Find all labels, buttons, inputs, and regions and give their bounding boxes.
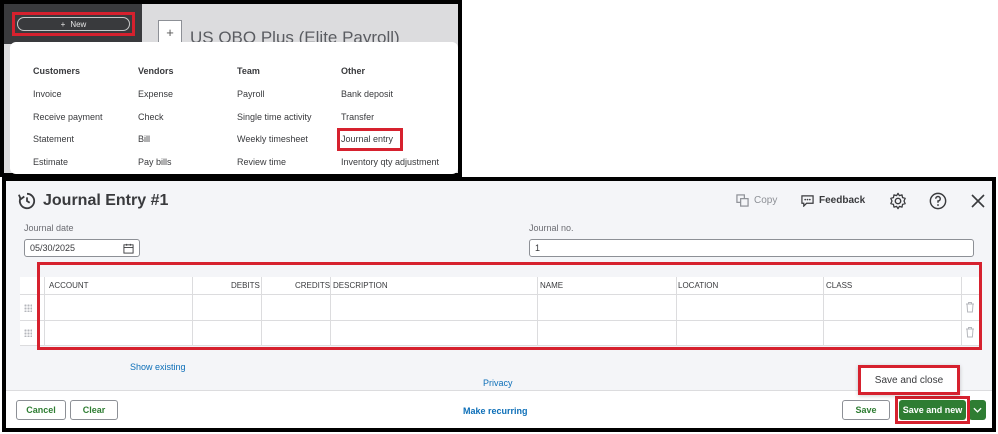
settings-button[interactable] <box>888 191 908 211</box>
page-title: Journal Entry #1 <box>43 192 169 209</box>
menu-item-check[interactable]: Check <box>138 105 174 128</box>
save-button[interactable]: Save <box>842 400 890 420</box>
menu-item-estimate[interactable]: Estimate <box>33 150 103 173</box>
trash-icon[interactable] <box>965 301 975 313</box>
save-and-close-option[interactable]: Save and close <box>858 365 960 395</box>
column-header-class: CLASS <box>826 281 853 290</box>
new-menu-screenshot: + New + US QBO Plus (Elite Payroll) Cust… <box>0 0 462 177</box>
table-header: ACCOUNT DEBITS CREDITS DESCRIPTION NAME … <box>20 277 980 295</box>
column-header-credits: CREDITS <box>295 281 331 290</box>
table-row[interactable] <box>20 321 980 346</box>
feedback-label: Feedback <box>819 195 866 206</box>
menu-item-expense[interactable]: Expense <box>138 82 174 105</box>
close-button[interactable] <box>968 191 988 211</box>
menu-item-transfer[interactable]: Transfer <box>341 105 439 128</box>
footer-bar: Cancel Clear Make recurring Save Save an… <box>6 390 992 428</box>
copy-label: Copy <box>754 195 778 206</box>
feedback-button[interactable]: Feedback <box>801 194 865 207</box>
add-company-icon[interactable]: + <box>158 20 182 44</box>
menu-column-customers: Customers Invoice Receive payment Statem… <box>33 66 103 172</box>
help-button[interactable] <box>928 191 948 211</box>
journal-entry-panel: Journal Entry #1 Copy Feedback Journal d… <box>2 177 996 432</box>
calendar-icon[interactable] <box>123 243 134 254</box>
journal-lines-table: ACCOUNT DEBITS CREDITS DESCRIPTION NAME … <box>20 277 980 346</box>
journal-no-input[interactable]: 1 <box>529 239 974 257</box>
save-and-new-button[interactable]: Save and new <box>899 400 966 420</box>
new-button-label: New <box>70 19 87 29</box>
column-header-account: ACCOUNT <box>49 281 89 290</box>
menu-item-pay-bills[interactable]: Pay bills <box>138 150 174 173</box>
make-recurring-link[interactable]: Make recurring <box>463 406 528 416</box>
journal-date-value: 05/30/2025 <box>30 243 76 253</box>
gear-icon <box>890 192 906 210</box>
new-dropdown-menu: Customers Invoice Receive payment Statem… <box>10 42 458 174</box>
chevron-down-icon <box>973 407 982 413</box>
trash-icon[interactable] <box>965 326 975 338</box>
privacy-link[interactable]: Privacy <box>483 378 513 388</box>
menu-item-receive-payment[interactable]: Receive payment <box>33 105 103 128</box>
menu-item-single-time-activity[interactable]: Single time activity <box>237 105 312 128</box>
column-header-location: LOCATION <box>678 281 719 290</box>
journal-header: Journal Entry #1 Copy Feedback <box>6 181 992 221</box>
menu-header: Team <box>237 66 260 76</box>
menu-item-inventory-qty-adjustment[interactable]: Inventory qty adjustment <box>341 150 439 173</box>
journal-date-label: Journal date <box>24 223 74 233</box>
column-header-name: NAME <box>540 281 564 290</box>
close-icon <box>971 194 985 208</box>
copy-button[interactable]: Copy <box>736 194 777 207</box>
table-row[interactable] <box>20 296 980 321</box>
drag-handle-icon[interactable] <box>24 304 32 312</box>
menu-item-statement[interactable]: Statement <box>33 127 103 150</box>
save-options-dropdown[interactable] <box>969 400 986 420</box>
menu-header: Customers <box>33 66 81 76</box>
column-header-debits: DEBITS <box>231 281 260 290</box>
clear-button[interactable]: Clear <box>70 400 118 420</box>
menu-header: Other <box>341 66 366 76</box>
new-button[interactable]: + New <box>17 17 130 31</box>
page: + New + US QBO Plus (Elite Payroll) Cust… <box>0 0 998 434</box>
journal-date-input[interactable]: 05/30/2025 <box>24 239 140 257</box>
menu-item-bill[interactable]: Bill <box>138 127 174 150</box>
drag-handle-icon[interactable] <box>24 329 32 337</box>
menu-item-payroll[interactable]: Payroll <box>237 82 312 105</box>
menu-column-other: Other Bank deposit Transfer Journal entr… <box>341 66 439 172</box>
history-icon[interactable] <box>18 192 36 210</box>
plus-icon: + <box>60 19 66 29</box>
menu-item-invoice[interactable]: Invoice <box>33 82 103 105</box>
help-icon <box>929 192 947 210</box>
menu-item-weekly-timesheet[interactable]: Weekly timesheet <box>237 127 312 150</box>
copy-icon <box>736 194 749 207</box>
menu-column-team: Team Payroll Single time activity Weekly… <box>237 66 312 172</box>
menu-header: Vendors <box>138 66 174 76</box>
journal-no-value: 1 <box>535 243 541 253</box>
menu-column-vendors: Vendors Expense Check Bill Pay bills <box>138 66 174 172</box>
column-header-description: DESCRIPTION <box>333 281 388 290</box>
show-existing-link[interactable]: Show existing <box>130 362 186 372</box>
menu-item-journal-entry[interactable]: Journal entry <box>341 127 439 150</box>
menu-item-bank-deposit[interactable]: Bank deposit <box>341 82 439 105</box>
menu-item-review-time[interactable]: Review time <box>237 150 312 173</box>
feedback-icon <box>801 195 814 207</box>
journal-no-label: Journal no. <box>529 223 574 233</box>
cancel-button[interactable]: Cancel <box>16 400 66 420</box>
